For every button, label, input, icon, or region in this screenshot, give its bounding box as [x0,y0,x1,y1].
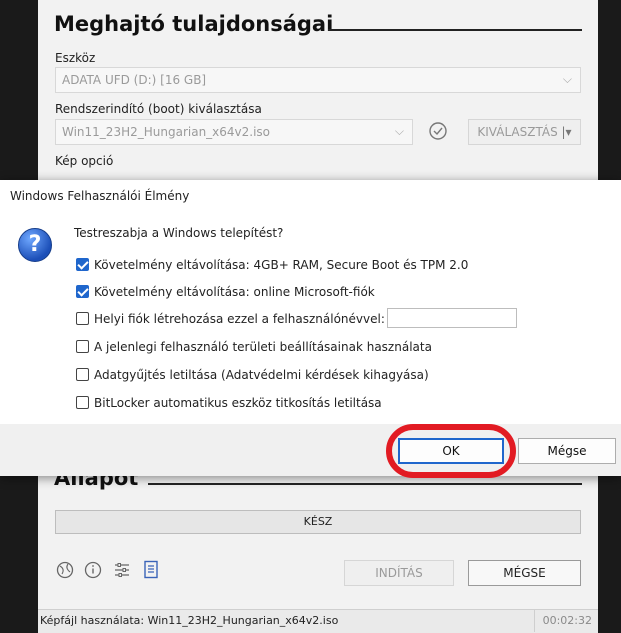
status-bar: Képfájl használata: Win11_23H2_Hungarian… [38,609,598,633]
option-remove-online-account[interactable]: Követelmény eltávolítása: online Microso… [76,284,375,302]
chevron-down-icon: ⌵ [562,72,572,86]
option-disable-data-collection[interactable]: Adatgyűjtés letiltása (Adatvédelmi kérdé… [76,367,429,385]
boot-value: Win11_23H2_Hungarian_x64v2.iso [62,125,271,139]
option-label: Adatgyűjtés letiltása (Adatvédelmi kérdé… [94,368,429,382]
customize-dialog: Windows Felhasználói Élmény ? Testreszab… [0,180,621,476]
drive-properties-title: Meghajtó tulajdonságai [54,12,334,36]
info-icon[interactable] [84,561,102,583]
check-icon[interactable] [428,121,448,146]
chevron-down-icon: ⌵ [394,124,404,138]
progress-bar: KÉSZ [55,510,581,534]
option-regional-settings[interactable]: A jelenlegi felhasználó területi beállít… [76,339,432,357]
option-label: Követelmény eltávolítása: 4GB+ RAM, Secu… [94,258,469,272]
log-icon[interactable] [142,560,160,584]
checkbox[interactable] [76,312,89,325]
option-local-account[interactable]: Helyi fiók létrehozása ezzel a felhaszná… [76,311,385,329]
question-icon: ? [18,228,52,262]
option-label: A jelenlegi felhasználó területi beállít… [94,340,432,354]
option-label: Követelmény eltávolítása: online Microso… [94,285,375,299]
section-divider [148,483,582,485]
red-highlight-circle [386,424,516,478]
status-text: Képfájl használata: Win11_23H2_Hungarian… [40,614,339,627]
checkbox[interactable] [76,285,89,298]
option-label: Helyi fiók létrehozása ezzel a felhaszná… [94,312,385,326]
device-value: ADATA UFD (D:) [16 GB] [62,73,207,87]
dialog-cancel-button[interactable]: Mégse [518,438,616,464]
progress-text: KÉSZ [303,515,333,528]
checkbox[interactable] [76,396,89,409]
image-option-label: Kép opció [55,154,114,168]
select-button[interactable]: KIVÁLASZTÁS |▾ [468,119,581,145]
username-input[interactable] [387,308,517,328]
select-button-label: KIVÁLASZTÁS [477,125,558,139]
globe-icon[interactable] [56,561,74,583]
boot-select[interactable]: Win11_23H2_Hungarian_x64v2.iso ⌵ [55,119,413,145]
option-disable-bitlocker[interactable]: BitLocker automatikus eszköz titkosítás … [76,395,382,413]
settings-sliders-icon[interactable] [113,561,131,583]
section-divider [328,29,582,31]
checkbox[interactable] [76,368,89,381]
device-label: Eszköz [55,51,96,65]
cancel-button[interactable]: MÉGSE [468,560,581,586]
dialog-question: Testreszabja a Windows telepítést? [74,226,284,240]
dialog-title: Windows Felhasználói Élmény [0,180,621,214]
device-select[interactable]: ADATA UFD (D:) [16 GB] ⌵ [55,67,581,93]
option-label: BitLocker automatikus eszköz titkosítás … [94,396,382,410]
timer: 00:02:32 [533,610,592,632]
checkbox[interactable] [76,258,89,271]
start-button[interactable]: INDÍTÁS [344,560,454,586]
checkbox[interactable] [76,340,89,353]
boot-selection-label: Rendszerindító (boot) kiválasztása [55,102,262,116]
option-remove-hw-requirements[interactable]: Követelmény eltávolítása: 4GB+ RAM, Secu… [76,257,468,275]
